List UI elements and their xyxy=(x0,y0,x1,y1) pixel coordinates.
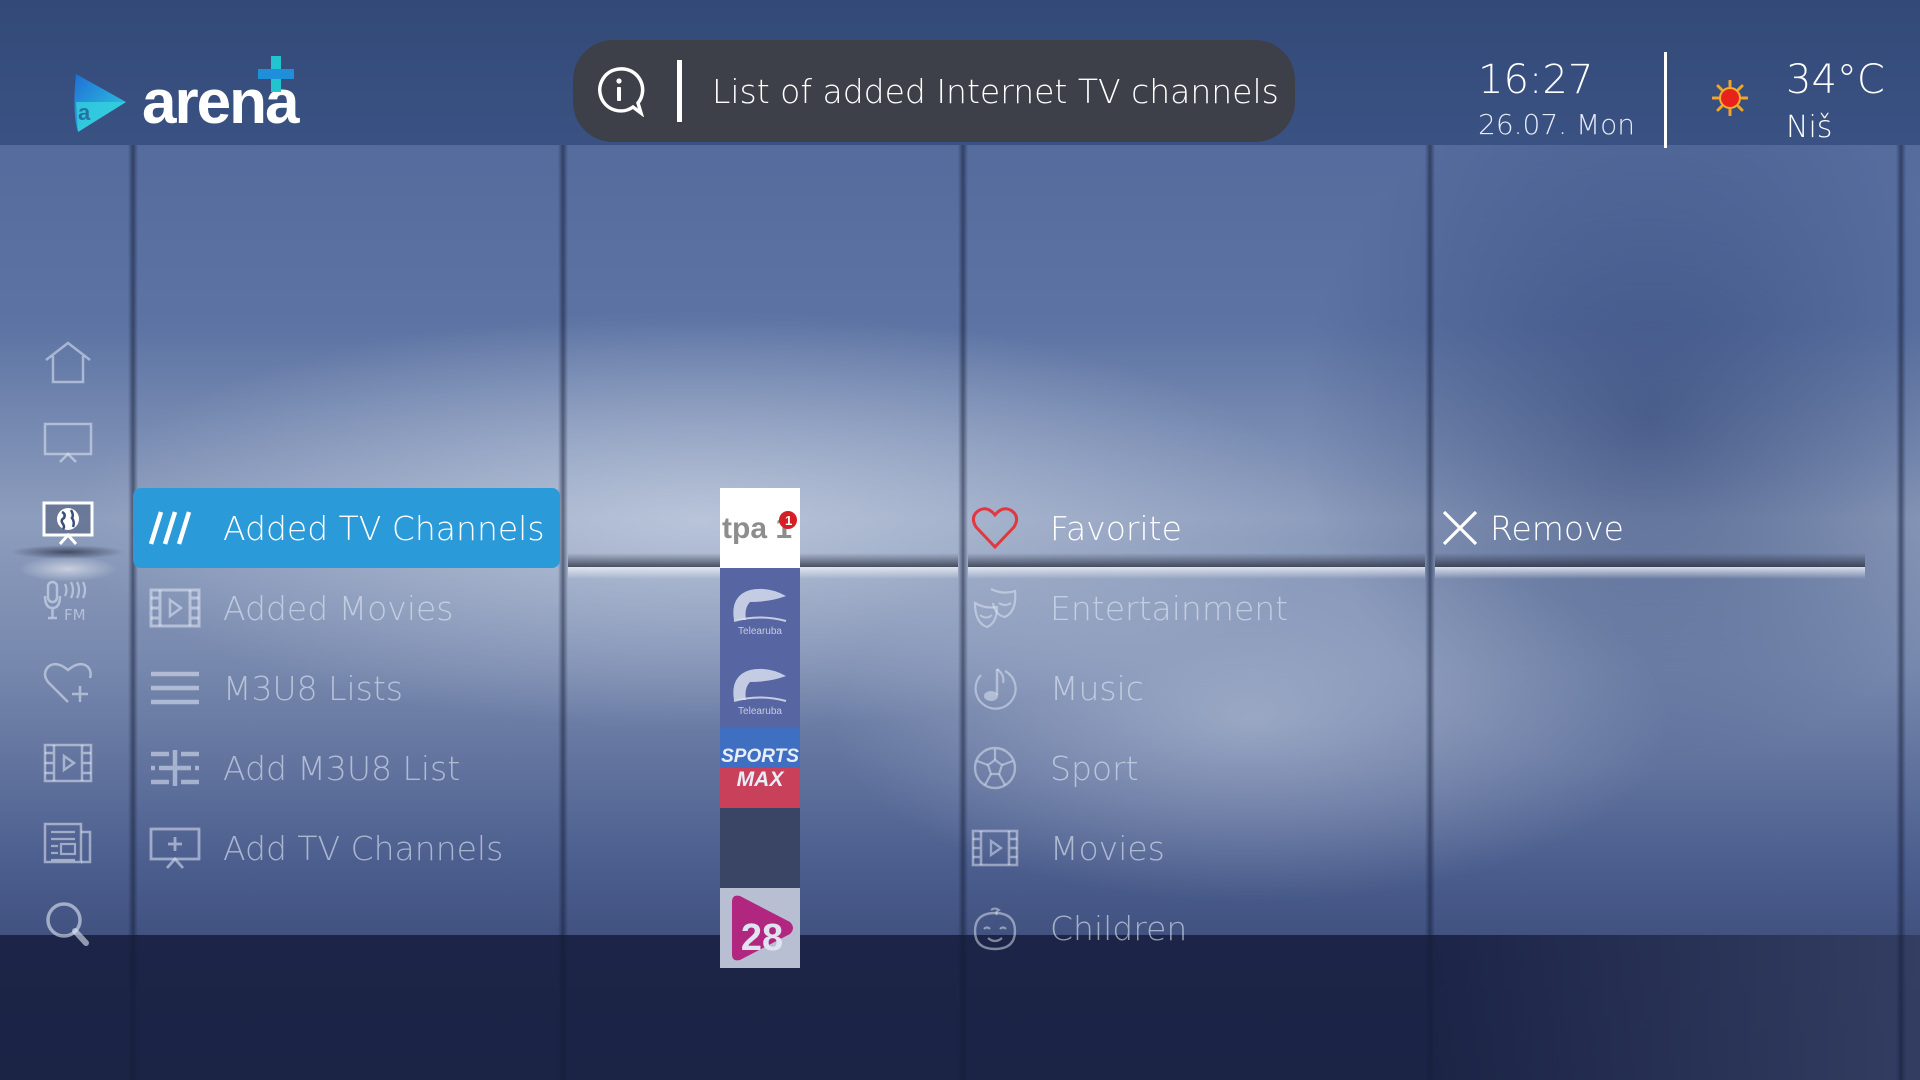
category-label: Children xyxy=(1050,908,1188,948)
category-entertainment[interactable]: Entertainment xyxy=(970,578,1288,638)
clock: 16:27 26.07. Mon xyxy=(1478,58,1635,141)
category-label: Favorite xyxy=(1050,508,1182,548)
list-icon xyxy=(149,666,201,710)
menu-item-added-movies[interactable]: Added Movies xyxy=(133,568,560,648)
info-separator xyxy=(677,60,682,122)
channel-logo-telearuba[interactable]: Telearuba xyxy=(720,648,800,728)
remove-label: Remove xyxy=(1490,508,1624,548)
channel-name-line2: MAX xyxy=(737,768,786,791)
svg-text:FM: FM xyxy=(64,606,86,624)
rail-item-home[interactable] xyxy=(40,338,96,388)
rail-item-tv[interactable] xyxy=(40,418,96,468)
bottom-band-fade xyxy=(1430,935,1920,1080)
category-label: Music xyxy=(1050,668,1144,708)
category-favorite[interactable]: Favorite xyxy=(970,498,1182,558)
category-movies[interactable]: Movies xyxy=(970,818,1165,878)
channel-logo-blank[interactable] xyxy=(720,808,800,888)
rail-item-movies[interactable] xyxy=(40,738,96,788)
menu-item-add-tv-channels[interactable]: Add TV Channels xyxy=(133,808,560,888)
channel-28-logo-icon: 28 xyxy=(732,895,793,961)
music-note-icon xyxy=(970,665,1020,711)
telearuba-logo-icon: Telearuba xyxy=(733,588,787,637)
arena-logo-icon: a xyxy=(74,74,126,132)
category-label: Movies xyxy=(1050,828,1165,868)
tpa1-logo-icon: tpa 1 1 xyxy=(722,511,797,545)
search-icon xyxy=(46,902,89,946)
header-separator xyxy=(1664,52,1667,148)
category-sport[interactable]: Sport xyxy=(970,738,1139,798)
menu-item-m3u8-lists[interactable]: M3U8 Lists xyxy=(133,648,560,728)
clock-time: 16:27 xyxy=(1478,57,1594,103)
film-icon xyxy=(149,586,201,630)
info-bar: List of added Internet TV channels xyxy=(573,40,1295,142)
menu-item-label: Add TV Channels xyxy=(223,828,504,868)
channel-logo-tpa1[interactable]: tpa 1 1 xyxy=(720,488,800,568)
row-highlight-glow xyxy=(1435,567,1865,579)
channel-name: Telearuba xyxy=(738,626,782,637)
theater-masks-icon xyxy=(970,585,1020,631)
close-icon xyxy=(1442,510,1478,546)
category-label: Sport xyxy=(1050,748,1139,788)
baby-face-icon xyxy=(970,905,1020,951)
newspaper-icon xyxy=(43,822,92,864)
category-label: Entertainment xyxy=(1050,588,1289,628)
plus-icon xyxy=(258,56,294,92)
menu-item-label: M3U8 Lists xyxy=(223,668,403,708)
soccer-ball-icon xyxy=(970,745,1020,791)
rail-item-favorites[interactable] xyxy=(40,658,96,708)
app-logo: a arena xyxy=(72,56,299,138)
heart-plus-icon xyxy=(43,662,92,703)
heart-icon xyxy=(970,505,1020,551)
globe-tv-icon xyxy=(42,501,94,545)
channel-logo-telearuba[interactable]: Telearuba xyxy=(720,568,800,648)
rail-item-news[interactable] xyxy=(40,818,96,868)
channel-name: Telearuba xyxy=(738,706,782,717)
column-divider xyxy=(958,145,968,1080)
menu-item-label: Added TV Channels xyxy=(223,508,545,548)
sportsmax-logo-icon: SPORTS MAX xyxy=(721,746,799,791)
tv-add-icon xyxy=(149,826,201,870)
channel-logo-28[interactable]: 28 xyxy=(720,888,800,968)
sunny-icon xyxy=(1712,80,1748,116)
info-text: List of added Internet TV channels xyxy=(712,71,1279,111)
channel-badge: 1 xyxy=(785,513,792,528)
weather-city: Niš xyxy=(1786,110,1833,145)
home-icon xyxy=(45,341,91,384)
film-icon xyxy=(43,743,93,783)
menu-item-label: Add M3U8 List xyxy=(223,748,461,788)
svg-text:a: a xyxy=(78,100,91,125)
weather-temperature: 34°C xyxy=(1786,57,1885,103)
list-add-icon xyxy=(149,746,201,790)
rail-item-radio[interactable]: FM xyxy=(40,578,96,628)
column-divider xyxy=(1896,145,1906,1080)
channel-logo-sportsmax[interactable]: SPORTS MAX xyxy=(720,728,800,808)
rail-item-search[interactable] xyxy=(40,898,96,948)
rail-item-internet-tv[interactable] xyxy=(40,498,96,548)
fm-radio-icon: FM xyxy=(43,580,87,624)
menu-item-add-m3u8-list[interactable]: Add M3U8 List xyxy=(133,728,560,808)
menu-item-added-tv-channels[interactable]: Added TV Channels xyxy=(133,488,560,568)
menu-item-label: Added Movies xyxy=(223,588,454,628)
remove-button[interactable]: Remove xyxy=(1440,498,1624,558)
clock-date: 26.07. Mon xyxy=(1478,108,1635,141)
channel-name-line1: SPORTS xyxy=(721,746,799,767)
column-divider xyxy=(1425,145,1435,1080)
film-icon xyxy=(970,825,1020,871)
category-children[interactable]: Children xyxy=(970,898,1187,958)
category-music[interactable]: Music xyxy=(970,658,1144,718)
channel-name: 28 xyxy=(741,917,783,959)
info-bubble-icon xyxy=(598,67,645,117)
slashes-icon xyxy=(149,506,201,550)
tv-icon xyxy=(43,422,93,463)
telearuba-logo-icon: Telearuba xyxy=(733,668,787,717)
